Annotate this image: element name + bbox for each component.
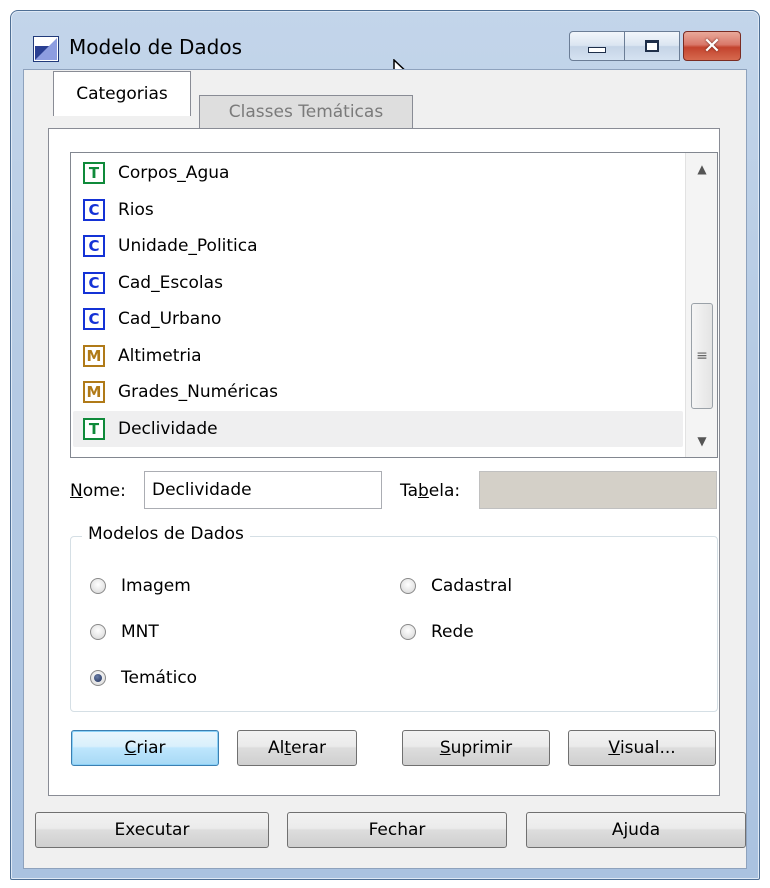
list-item[interactable]: C Rios <box>73 192 683 229</box>
radio-mnt[interactable]: MNT <box>90 622 159 642</box>
categories-listbox[interactable]: T Corpos_Agua C Rios C Unidade_Politica … <box>70 152 718 458</box>
alterar-button[interactable]: Al t erar <box>237 730 357 766</box>
list-item-selected[interactable]: T Declividade <box>73 410 683 447</box>
mnt-category-icon: M <box>83 381 105 404</box>
tabela-input[interactable] <box>479 471 717 509</box>
thematic-category-icon: T <box>83 162 105 185</box>
tab-classes-tematicas[interactable]: Classes Temáticas <box>199 95 413 129</box>
tabela-label: Tabela: <box>400 481 461 501</box>
ajuda-button[interactable]: Ajuda <box>526 812 746 848</box>
group-title: Modelos de Dados <box>82 524 250 544</box>
tab-categorias[interactable]: Categorias <box>53 71 191 116</box>
tab-classes-tematicas-label: Classes Temáticas <box>228 102 384 122</box>
cadastral-category-icon: C <box>83 271 105 294</box>
radio-label: MNT <box>121 622 159 642</box>
thematic-category-icon: T <box>83 417 105 440</box>
list-item-label: Unidade_Politica <box>118 236 258 257</box>
fechar-button[interactable]: Fechar <box>287 812 507 848</box>
list-item-label: Declividade <box>118 418 218 439</box>
radio-tematico[interactable]: Temático <box>90 668 197 688</box>
criar-button[interactable]: Criar <box>71 730 219 766</box>
close-button[interactable]: ✕ <box>683 31 741 61</box>
minimize-icon <box>588 47 606 53</box>
list-item-label: Grades_Numéricas <box>118 382 279 403</box>
radio-label: Rede <box>431 622 474 642</box>
window-title: Modelo de Dados <box>69 35 243 59</box>
maximize-button[interactable] <box>624 31 680 61</box>
cadastral-category-icon: C <box>83 235 105 258</box>
cadastral-category-icon: C <box>83 198 105 221</box>
radio-rede[interactable]: Rede <box>400 622 474 642</box>
list-item[interactable]: T Corpos_Agua <box>73 155 683 192</box>
title-bar[interactable]: Modelo de Dados ✕ <box>11 11 759 92</box>
list-item[interactable]: M Altimetria <box>73 338 683 375</box>
close-icon: ✕ <box>702 33 722 59</box>
scroll-up-arrow-icon[interactable]: ▲ <box>686 153 718 185</box>
radio-icon <box>90 578 106 594</box>
radio-label: Cadastral <box>431 576 513 596</box>
nome-input[interactable]: Declividade <box>144 471 382 509</box>
list-item-label: Corpos_Agua <box>118 163 230 184</box>
list-item-label: Altimetria <box>118 345 202 366</box>
executar-button[interactable]: Executar <box>35 812 269 848</box>
mnt-category-icon: M <box>83 344 105 367</box>
maximize-icon <box>645 40 659 52</box>
list-item[interactable]: C Unidade_Politica <box>73 228 683 265</box>
cadastral-category-icon: C <box>83 308 105 331</box>
list-item-label: Cad_Escolas <box>118 272 223 293</box>
list-item-label: Cad_Urbano <box>118 309 222 330</box>
visual-button[interactable]: Visual... <box>568 730 716 766</box>
radio-icon <box>90 624 106 640</box>
radio-checked-icon <box>90 670 106 686</box>
radio-icon <box>400 624 416 640</box>
suprimir-button[interactable]: Suprimir <box>402 730 550 766</box>
radio-label: Temático <box>121 668 198 688</box>
list-item[interactable]: C Cad_Escolas <box>73 265 683 302</box>
list-item[interactable]: C Cad_Urbano <box>73 301 683 338</box>
radio-cadastral[interactable]: Cadastral <box>400 576 512 596</box>
scroll-thumb[interactable]: ≡ <box>691 303 713 409</box>
app-icon <box>33 36 59 62</box>
radio-imagem[interactable]: Imagem <box>90 576 191 596</box>
list-item[interactable]: M Grades_Numéricas <box>73 374 683 411</box>
list-scrollbar[interactable]: ▲ ≡ ▼ <box>685 153 717 457</box>
scroll-down-arrow-icon[interactable]: ▼ <box>686 425 718 457</box>
list-item-label: Rios <box>118 199 154 220</box>
radio-label: Imagem <box>121 576 191 596</box>
minimize-button[interactable] <box>569 31 625 61</box>
radio-icon <box>400 578 416 594</box>
nome-label: Nome: <box>70 481 126 501</box>
tab-categorias-label: Categorias <box>76 84 168 104</box>
